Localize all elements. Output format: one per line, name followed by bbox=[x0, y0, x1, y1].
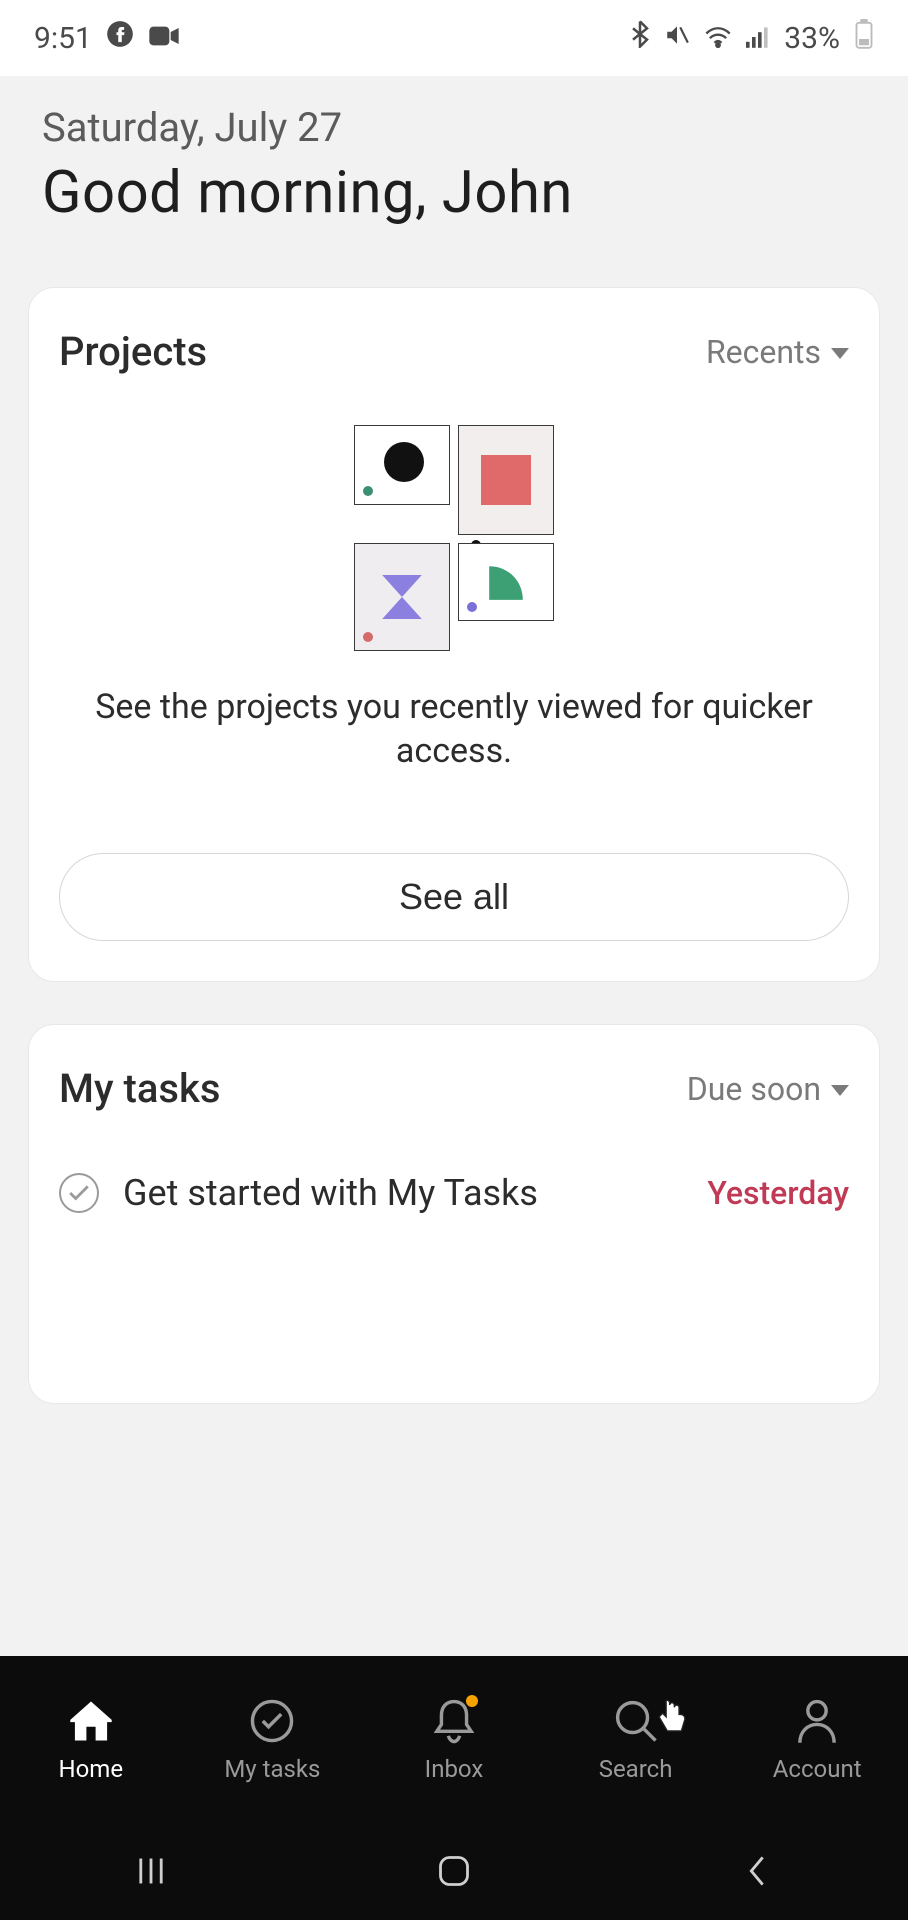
nav-account[interactable]: Account bbox=[726, 1656, 908, 1822]
nav-mytasks[interactable]: My tasks bbox=[182, 1656, 364, 1822]
facebook-icon bbox=[106, 20, 134, 56]
wifi-icon bbox=[704, 21, 732, 56]
nav-mytasks-label: My tasks bbox=[224, 1755, 320, 1783]
status-time: 9:51 bbox=[34, 21, 92, 56]
status-bar: 9:51 33% bbox=[0, 0, 908, 76]
projects-filter-label: Recents bbox=[706, 333, 821, 371]
sys-back-button[interactable] bbox=[717, 1851, 797, 1891]
nav-search-label: Search bbox=[599, 1755, 673, 1783]
nav-inbox[interactable]: Inbox bbox=[363, 1656, 545, 1822]
nav-inbox-label: Inbox bbox=[425, 1755, 484, 1783]
battery-percent: 33% bbox=[784, 21, 840, 56]
sys-recents-button[interactable] bbox=[111, 1851, 191, 1891]
sys-home-button[interactable] bbox=[414, 1851, 494, 1891]
nav-home-label: Home bbox=[59, 1755, 124, 1783]
system-nav-bar bbox=[0, 1822, 908, 1920]
projects-title: Projects bbox=[59, 328, 207, 375]
video-icon bbox=[148, 21, 180, 56]
see-all-button[interactable]: See all bbox=[59, 853, 849, 941]
header-date: Saturday, July 27 bbox=[42, 104, 866, 151]
home-icon bbox=[65, 1695, 117, 1747]
bell-icon bbox=[428, 1695, 480, 1747]
battery-icon bbox=[854, 19, 874, 57]
page-header: Saturday, July 27 Good morning, John bbox=[0, 76, 908, 287]
chevron-down-icon bbox=[831, 348, 849, 359]
person-icon bbox=[791, 1695, 843, 1747]
nav-home[interactable]: Home bbox=[0, 1656, 182, 1822]
notification-badge bbox=[466, 1695, 478, 1707]
my-tasks-title: My tasks bbox=[59, 1065, 220, 1112]
task-check-icon[interactable] bbox=[59, 1173, 99, 1213]
my-tasks-filter-dropdown[interactable]: Due soon bbox=[687, 1070, 849, 1108]
chevron-down-icon bbox=[831, 1085, 849, 1096]
check-circle-icon bbox=[246, 1695, 298, 1747]
task-row[interactable]: Get started with My Tasks Yesterday bbox=[59, 1162, 849, 1224]
task-due-label: Yesterday bbox=[707, 1174, 849, 1212]
search-icon bbox=[610, 1695, 662, 1747]
signal-icon bbox=[746, 21, 770, 56]
nav-search[interactable]: Search bbox=[545, 1656, 727, 1822]
nav-account-label: Account bbox=[773, 1755, 862, 1783]
my-tasks-filter-label: Due soon bbox=[687, 1070, 821, 1108]
my-tasks-card: My tasks Due soon Get started with My Ta… bbox=[28, 1024, 880, 1404]
projects-illustration bbox=[59, 425, 849, 653]
projects-card: Projects Recents See the pro bbox=[28, 287, 880, 982]
bluetooth-icon bbox=[630, 20, 650, 56]
bottom-navigation: Home My tasks Inbox Search Account bbox=[0, 1656, 908, 1920]
header-greeting: Good morning, John bbox=[42, 159, 866, 227]
projects-filter-dropdown[interactable]: Recents bbox=[706, 333, 849, 371]
projects-empty-message: See the projects you recently viewed for… bbox=[59, 685, 849, 773]
mute-icon bbox=[664, 21, 690, 56]
task-title: Get started with My Tasks bbox=[123, 1172, 683, 1214]
